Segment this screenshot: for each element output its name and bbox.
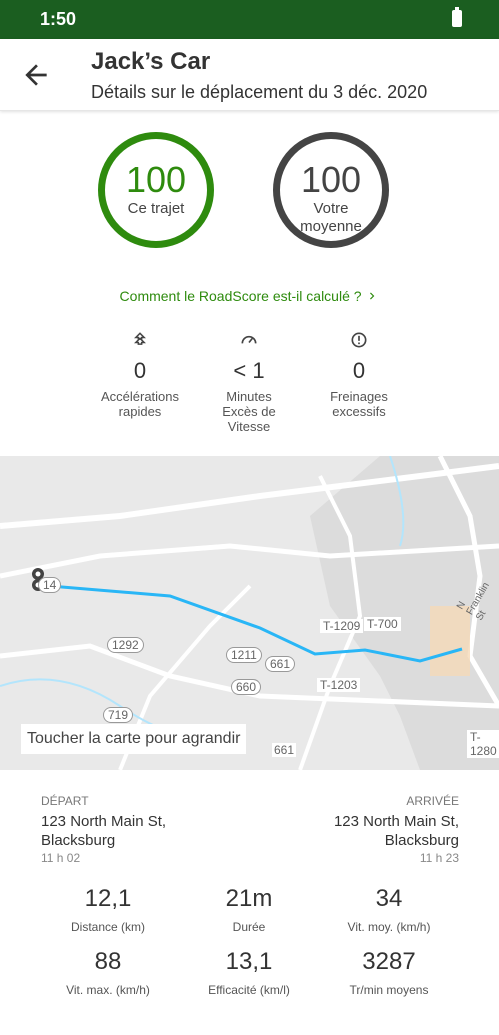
average-score-value: 100 xyxy=(300,159,362,200)
road-label: 719 xyxy=(103,707,134,723)
chevron-right-icon xyxy=(370,292,375,300)
stat-value: 88 xyxy=(94,948,122,975)
departure-address-line1: 123 North Main St, xyxy=(41,813,167,830)
stat-label: Durée xyxy=(232,920,266,934)
app-bar: Jack’s Car Détails sur le déplacement du… xyxy=(0,39,499,111)
event-label: Accélérations rapides xyxy=(100,389,180,419)
roadscore-info-link[interactable]: Comment le RoadScore est-il calculé ? xyxy=(0,288,499,304)
status-bar: 1:50 xyxy=(0,0,499,39)
stat-label: Vit. moy. (km/h) xyxy=(347,920,431,934)
road-label: T-1203 xyxy=(317,678,361,692)
road-label: 661 xyxy=(265,656,296,672)
trip-score-label: Ce trajet xyxy=(127,200,185,217)
stat-max-speed: 88 Vit. max. (km/h) xyxy=(28,948,188,997)
departure-time: 11 h 02 xyxy=(41,851,81,865)
stat-label: Tr/min moyens xyxy=(349,983,429,997)
stat-value: 13,1 xyxy=(225,948,273,975)
event-speeding-minutes: < 1 Minutes Excès de Vitesse xyxy=(189,330,309,434)
map-expand-hint[interactable]: Toucher la carte pour agrandir xyxy=(21,724,247,754)
stat-duration: 21m Durée xyxy=(169,885,329,934)
departure-label: DÉPART xyxy=(41,794,89,808)
road-label: T-700 xyxy=(364,617,401,631)
stat-label: Efficacité (km/l) xyxy=(208,983,290,997)
stat-distance: 12,1 Distance (km) xyxy=(28,885,188,934)
road-label: 1211 xyxy=(226,647,262,663)
stat-value: 3287 xyxy=(362,948,416,975)
page-subtitle: Détails sur le déplacement du 3 déc. 202… xyxy=(91,82,428,102)
stat-value: 21m xyxy=(225,885,273,912)
map-canvas xyxy=(0,456,499,770)
arrow-back-icon[interactable] xyxy=(20,59,52,91)
page-title: Jack’s Car xyxy=(91,48,211,75)
road-label: 660 xyxy=(231,679,262,695)
alert-circle-icon xyxy=(351,332,367,348)
road-label: T-1280 xyxy=(467,730,499,758)
event-label: Minutes Excès de Vitesse xyxy=(222,389,276,434)
event-value: 0 xyxy=(133,358,147,383)
acceleration-icon xyxy=(134,332,146,345)
trip-score-value: 100 xyxy=(125,159,187,200)
road-label: 14 xyxy=(38,577,62,593)
stat-average-speed: 34 Vit. moy. (km/h) xyxy=(309,885,469,934)
event-value: 0 xyxy=(352,358,366,383)
event-value: < 1 xyxy=(233,358,265,383)
road-label: 1292 xyxy=(107,637,144,653)
stat-value: 34 xyxy=(375,885,403,912)
event-harsh-braking: 0 Freinages excessifs xyxy=(299,330,419,419)
arrival-address-line2: Blacksburg xyxy=(384,832,459,849)
stat-efficiency: 13,1 Efficacité (km/l) xyxy=(169,948,329,997)
stat-value: 12,1 xyxy=(84,885,132,912)
battery-full-icon xyxy=(452,7,462,27)
arrival-time: 11 h 23 xyxy=(419,851,459,865)
arrival-address-line1: 123 North Main St, xyxy=(333,813,459,830)
stat-label: Distance (km) xyxy=(70,920,145,934)
arrival-label: ARRIVÉE xyxy=(406,794,459,808)
event-rapid-acceleration: 0 Accélérations rapides xyxy=(80,330,200,419)
stat-average-rpm: 3287 Tr/min moyens xyxy=(309,948,469,997)
road-label: T-1209 xyxy=(320,619,364,633)
road-label: 661 xyxy=(272,743,297,757)
departure-address: 123 North Main St, Blacksburg xyxy=(41,812,166,850)
trip-score-circle: 100 Ce trajet xyxy=(98,132,214,248)
roadscore-link-label: Comment le RoadScore est-il calculé ? xyxy=(119,288,362,304)
event-label: Freinages excessifs xyxy=(330,389,388,419)
average-score-circle: 100 Votre moyenne xyxy=(273,132,389,248)
speedometer-icon xyxy=(241,335,257,344)
departure-address-line2: Blacksburg xyxy=(41,832,116,849)
arrival-address: 123 North Main St, Blacksburg xyxy=(334,812,459,850)
average-score-label: Votre moyenne xyxy=(300,200,362,235)
trip-map[interactable]: 14 1292 1211 661 660 719 661 T-1209 T-70… xyxy=(0,456,499,770)
stat-label: Vit. max. (km/h) xyxy=(66,983,150,997)
status-time: 1:50 xyxy=(40,9,77,29)
